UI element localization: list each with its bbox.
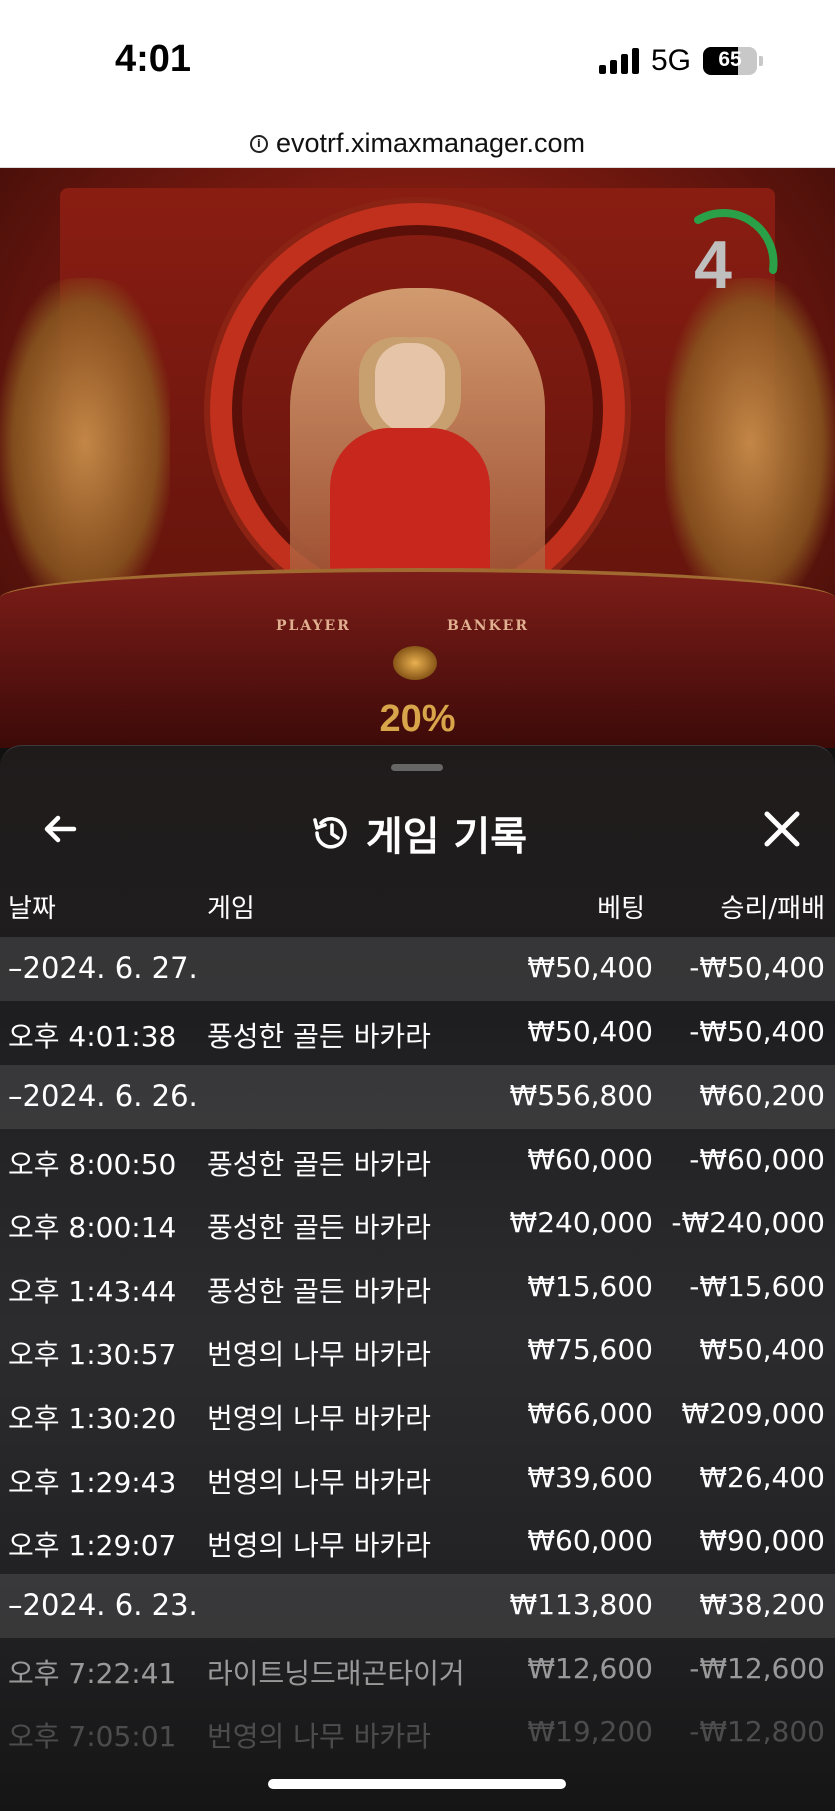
history-row: 오후 1:43:44 풍성한 골든 바카라 ₩15,600 -₩15,600: [0, 1256, 835, 1320]
group-bet-total: ₩556,800: [509, 1078, 653, 1112]
row-game: 번영의 나무 바카라: [207, 1529, 431, 1563]
row-bet: ₩60,000: [527, 1524, 653, 1558]
live-game-video: PLAYER BANKER 4 20%: [0, 168, 835, 748]
row-result: ₩90,000: [699, 1524, 825, 1558]
dragon-statue-right: [665, 278, 835, 608]
row-bet: ₩15,600: [527, 1269, 653, 1303]
status-time: 4:01: [115, 38, 192, 80]
row-time: 오후 1:43:44: [8, 1274, 177, 1308]
table-label-player: PLAYER: [276, 618, 351, 634]
table-header: 날짜 게임 베팅 승리/패배: [0, 872, 835, 936]
close-icon: [764, 811, 800, 847]
history-row: 오후 1:29:43 번영의 나무 바카라 ₩39,600 ₩26,400: [0, 1447, 835, 1511]
date-group-row[interactable]: –2024. 6. 27. ₩50,400 -₩50,400: [0, 937, 835, 1001]
date-group-row[interactable]: –2024. 6. 23. ₩113,800 ₩38,200: [0, 1573, 835, 1638]
dealer: [330, 343, 490, 603]
panel-title-group: 게임 기록: [0, 804, 835, 862]
row-game: 풍성한 골든 바카라: [207, 1020, 431, 1053]
row-bet: ₩60,000: [527, 1142, 653, 1176]
row-result: -₩50,400: [689, 1015, 825, 1048]
row-result: ₩26,400: [699, 1460, 825, 1494]
row-result: -₩15,600: [689, 1269, 825, 1303]
history-row: 오후 1:30:20 번영의 나무 바카라 ₩66,000 ₩209,000: [0, 1383, 835, 1447]
group-date: –2024. 6. 23.: [8, 1587, 198, 1622]
row-bet: ₩19,200: [527, 1715, 653, 1749]
history-row: 오후 1:30:57 번영의 나무 바카라 ₩75,600 ₩50,400: [0, 1319, 835, 1383]
row-time: 오후 1:30:20: [8, 1401, 177, 1435]
row-time: 오후 7:22:41: [8, 1656, 177, 1690]
column-header-game: 게임: [207, 894, 255, 924]
row-bet: ₩240,000: [509, 1206, 653, 1240]
group-bet-total: ₩113,800: [509, 1587, 653, 1621]
group-bet-total: ₩50,400: [527, 951, 653, 984]
countdown-timer: 4: [673, 208, 783, 318]
history-row: 오후 7:05:01 번영의 나무 바카라 ₩19,200 -₩12,800: [0, 1701, 835, 1765]
signal-bars-icon: [598, 48, 639, 74]
row-time: 오후 1:29:07: [8, 1529, 177, 1563]
column-header-date: 날짜: [8, 894, 56, 924]
row-bet: ₩50,400: [527, 1015, 653, 1048]
row-result: ₩50,400: [699, 1333, 825, 1367]
status-indicators: 5G 65: [598, 44, 763, 78]
group-result-total: ₩38,200: [699, 1587, 825, 1621]
column-header-result: 승리/패배: [720, 894, 825, 924]
info-icon[interactable]: i: [249, 134, 268, 153]
history-icon: [313, 817, 347, 849]
row-bet: ₩12,600: [527, 1651, 653, 1685]
row-time: 오후 8:00:50: [8, 1147, 177, 1181]
group-date: –2024. 6. 26.: [8, 1078, 198, 1113]
battery-tip: [759, 56, 763, 66]
row-bet: ₩75,600: [527, 1333, 653, 1367]
panel-title: 게임 기록: [365, 814, 528, 860]
row-game: 풍성한 골든 바카라: [207, 1147, 431, 1181]
battery-icon: 65: [703, 47, 757, 75]
network-type: 5G: [650, 44, 691, 77]
history-row: 오후 8:00:50 풍성한 골든 바카라 ₩60,000 -₩60,000: [0, 1129, 835, 1193]
dealer-head: [375, 343, 445, 433]
row-time: 오후 1:30:57: [8, 1338, 177, 1372]
drag-handle[interactable]: [391, 764, 443, 771]
group-result-total: ₩60,200: [699, 1078, 825, 1112]
row-result: -₩240,000: [671, 1206, 825, 1240]
multiplier-percent: 20%: [379, 698, 456, 740]
history-row: 오후 7:22:41 라이트닝드래곤타이거 ₩12,600 -₩12,600: [0, 1638, 835, 1702]
row-game: 풍성한 골든 바카라: [207, 1211, 431, 1245]
home-indicator[interactable]: [268, 1779, 566, 1789]
column-header-bet: 베팅: [597, 894, 645, 924]
row-result: -₩12,800: [689, 1715, 825, 1749]
row-game: 라이트닝드래곤타이거: [207, 1656, 465, 1690]
close-button[interactable]: [759, 806, 805, 852]
battery-level: 65: [718, 48, 742, 71]
row-game: 번영의 나무 바카라: [207, 1338, 431, 1372]
dragon-statue-left: [0, 278, 170, 608]
panel-header: 게임 기록: [0, 786, 835, 876]
row-game: 번영의 나무 바카라: [207, 1465, 431, 1499]
chip-stack: [393, 646, 437, 680]
row-bet: ₩39,600: [527, 1460, 653, 1494]
row-time: 오후 7:05:01: [8, 1720, 177, 1754]
history-row: 오후 4:01:38 풍성한 골든 바카라 ₩50,400 -₩50,400: [0, 1001, 835, 1065]
row-time: 오후 4:01:38: [8, 1020, 177, 1053]
group-result-total: -₩50,400: [689, 951, 825, 984]
row-game: 풍성한 골든 바카라: [207, 1274, 431, 1308]
countdown-number: 4: [694, 227, 732, 303]
row-time: 오후 8:00:14: [8, 1211, 177, 1245]
row-game: 번영의 나무 바카라: [207, 1401, 431, 1435]
table-label-banker: BANKER: [447, 618, 529, 634]
row-bet: ₩66,000: [527, 1396, 653, 1430]
history-row: 오후 8:00:14 풍성한 골든 바카라 ₩240,000 -₩240,000: [0, 1192, 835, 1256]
history-row: 오후 1:29:07 번영의 나무 바카라 ₩60,000 ₩90,000: [0, 1510, 835, 1574]
row-game: 번영의 나무 바카라: [207, 1720, 431, 1754]
row-result: ₩209,000: [681, 1396, 825, 1430]
address-bar[interactable]: i evotrf.ximaxmanager.com: [0, 120, 835, 168]
status-bar: 4:01 5G 65: [0, 0, 835, 120]
date-group-row[interactable]: –2024. 6. 26. ₩556,800 ₩60,200: [0, 1064, 835, 1129]
history-list: –2024. 6. 27. ₩50,400 -₩50,400 오후 4:01:38 풍성…: [0, 937, 835, 1765]
row-result: -₩12,600: [689, 1651, 825, 1685]
row-time: 오후 1:29:43: [8, 1465, 177, 1499]
url-text[interactable]: evotrf.ximaxmanager.com: [276, 128, 585, 159]
group-date: –2024. 6. 27.: [8, 951, 198, 985]
row-result: -₩60,000: [689, 1142, 825, 1176]
